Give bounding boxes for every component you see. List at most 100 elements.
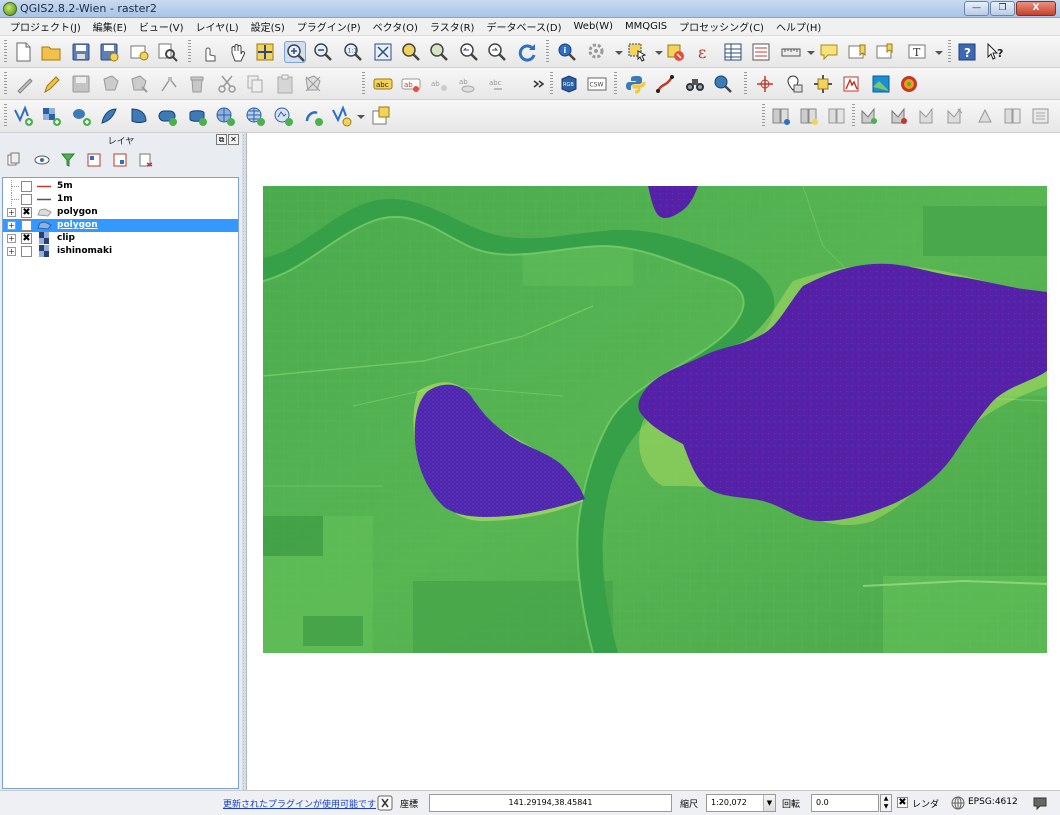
pin-labels-icon[interactable]: ab <box>428 73 450 95</box>
add-postgis-layer-icon[interactable] <box>70 105 92 127</box>
layer-item-5m[interactable]: 5m <box>3 180 238 193</box>
toolbar-grip[interactable] <box>4 104 7 128</box>
deselect-features-icon[interactable] <box>664 41 686 63</box>
layer-item-ishinomaki[interactable]: + ishinomaki <box>3 245 238 258</box>
raster-contrast-icon[interactable] <box>974 105 996 127</box>
close-panel-button[interactable]: ✕ <box>228 134 239 145</box>
add-db2-layer-icon[interactable] <box>186 105 208 127</box>
new-temporary-layer-icon[interactable] <box>370 105 392 127</box>
toolbar-grip[interactable] <box>188 40 191 64</box>
layer-visibility-checkbox[interactable] <box>21 194 32 205</box>
zoom-native-resolution-icon[interactable]: 1:1 <box>342 41 364 63</box>
scale-combo[interactable]: 1:20,072 ▼ <box>706 794 776 812</box>
crs-globe-icon[interactable] <box>950 795 966 811</box>
menu-layer[interactable]: レイヤ(L) <box>190 19 245 34</box>
expand-layer-toggle[interactable]: + <box>7 221 16 230</box>
action-icon[interactable] <box>586 41 608 63</box>
layer-visibility-checkbox[interactable] <box>21 181 32 192</box>
whats-this-icon[interactable]: ? <box>984 41 1006 63</box>
delete-selected-icon[interactable] <box>186 73 208 95</box>
paste-features-icon[interactable] <box>274 73 296 95</box>
touch-zoom-pan-icon[interactable] <box>198 41 220 63</box>
menu-project[interactable]: プロジェクト(J) <box>4 19 87 34</box>
toolbar-grip[interactable] <box>4 72 7 96</box>
expand-layer-toggle[interactable]: + <box>7 208 16 217</box>
visibility-eye-icon[interactable] <box>34 152 50 168</box>
toolbar-grip[interactable] <box>362 72 365 96</box>
open-project-icon[interactable] <box>40 41 62 63</box>
raster-brightness-icon[interactable] <box>944 105 966 127</box>
menu-mmqgis[interactable]: MMQGIS <box>619 21 673 32</box>
georeferencer-icon[interactable]: RGB <box>558 73 580 95</box>
layer-item-polygon-selected[interactable]: + polygon <box>3 219 238 232</box>
collapse-all-icon[interactable] <box>112 152 128 168</box>
openlayers-icon[interactable] <box>870 73 892 95</box>
layer-visibility-checkbox[interactable] <box>21 220 32 231</box>
python-console-icon[interactable] <box>624 73 646 95</box>
maximize-button[interactable]: ❐ <box>990 1 1015 16</box>
current-edits-icon[interactable] <box>14 73 36 95</box>
csw-icon[interactable]: CSW <box>586 73 608 95</box>
road-graph-icon[interactable] <box>654 73 676 95</box>
crs-label[interactable]: EPSG:4612 <box>968 797 1018 807</box>
field-calculator-icon[interactable]: ε <box>694 41 716 63</box>
raster-stretch-local-icon[interactable] <box>888 105 910 127</box>
chevron-down-icon[interactable]: ▼ <box>763 795 775 811</box>
group-layers-icon[interactable] <box>6 152 22 168</box>
rotation-spinner[interactable]: ▲ ▼ <box>880 794 892 812</box>
chevron-down-icon[interactable] <box>350 105 372 127</box>
zoom-full-icon[interactable] <box>372 41 394 63</box>
expand-layer-toggle[interactable]: + <box>7 234 16 243</box>
toolbar-grip[interactable] <box>852 104 855 128</box>
cut-features-icon[interactable] <box>216 73 238 95</box>
new-bookmark-icon[interactable] <box>846 41 868 63</box>
map-tips-icon[interactable] <box>818 41 840 63</box>
menu-web[interactable]: Web(W) <box>567 21 619 32</box>
menu-view[interactable]: ビュー(V) <box>133 19 190 34</box>
menu-processing[interactable]: プロセッシング(C) <box>673 19 770 34</box>
coordinate-toggle-icon[interactable] <box>377 795 393 811</box>
toggle-editing-icon[interactable] <box>40 73 62 95</box>
zoom-to-layer-icon[interactable] <box>428 41 450 63</box>
attribute-table-icon[interactable] <box>722 41 744 63</box>
pan-map-icon[interactable] <box>226 41 248 63</box>
toolbar-grip[interactable] <box>550 72 553 96</box>
add-vector-layer-icon[interactable] <box>12 105 34 127</box>
move-feature-icon[interactable] <box>128 73 150 95</box>
advanced-digitizing-icon[interactable] <box>302 73 324 95</box>
node-tool-icon[interactable] <box>158 73 180 95</box>
layer-visibility-checkbox[interactable]: ✖ <box>21 207 32 218</box>
search-icon[interactable] <box>712 73 734 95</box>
menu-edit[interactable]: 編集(E) <box>87 19 133 34</box>
toolbar-grip[interactable] <box>4 40 7 64</box>
layer-item-clip[interactable]: + ✖ clip <box>3 232 238 245</box>
add-oracle-layer-icon[interactable] <box>156 105 178 127</box>
add-wcs-layer-icon[interactable] <box>244 105 266 127</box>
add-wms-layer-icon[interactable] <box>214 105 236 127</box>
save-layer-edits-icon[interactable] <box>70 73 92 95</box>
save-project-icon[interactable] <box>70 41 92 63</box>
text-annotation-icon[interactable]: T <box>906 41 928 63</box>
copy-features-icon[interactable] <box>244 73 266 95</box>
add-delimited-text-layer-icon[interactable] <box>302 105 324 127</box>
zoom-out-icon[interactable] <box>312 41 334 63</box>
new-shapefile-layer-icon[interactable] <box>330 105 352 127</box>
raster-stretch-full-icon[interactable] <box>916 105 938 127</box>
new-print-composer-icon[interactable] <box>128 41 150 63</box>
menu-settings[interactable]: 設定(S) <box>245 19 291 34</box>
close-button[interactable]: X <box>1016 1 1056 16</box>
menu-database[interactable]: データベース(D) <box>480 19 567 34</box>
toolbar-grip[interactable] <box>762 104 765 128</box>
zoom-last-icon[interactable] <box>458 41 480 63</box>
expand-all-icon[interactable] <box>86 152 102 168</box>
toolbar-grip[interactable] <box>546 40 549 64</box>
render-checkbox[interactable]: ✖ <box>897 797 908 808</box>
raster-info-icon[interactable] <box>1030 105 1052 127</box>
pan-to-selection-icon[interactable] <box>254 41 276 63</box>
highlight-pinned-labels-icon[interactable]: ab <box>400 73 422 95</box>
toolbar-overflow-icon[interactable] <box>528 73 550 95</box>
coordinate-field[interactable]: 141.29194,38.45841 <box>429 794 672 812</box>
move-label-icon[interactable]: abc <box>486 73 508 95</box>
help-contents-icon[interactable]: ? <box>956 41 978 63</box>
toolbar-grip[interactable] <box>948 40 951 64</box>
